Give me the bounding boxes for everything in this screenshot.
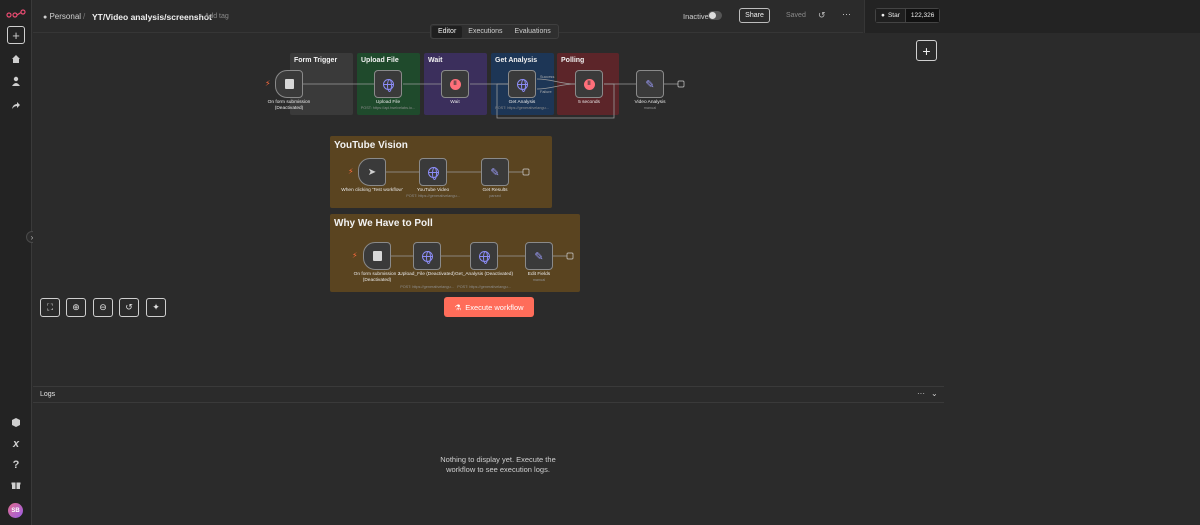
trigger-bolt-icon: ⚡ bbox=[348, 167, 354, 176]
node-video-analysis[interactable]: ✎ bbox=[636, 70, 664, 98]
fit-view-icon[interactable]: ⛶ bbox=[40, 298, 60, 317]
node-label: On form submission (Deactivated) bbox=[267, 100, 311, 111]
node-get-results[interactable]: ✎ bbox=[481, 158, 509, 186]
tidy-up-icon[interactable]: ✦ bbox=[146, 298, 166, 317]
execute-workflow-label: Execute workflow bbox=[465, 302, 524, 312]
logs-title: Logs bbox=[40, 391, 56, 398]
node-subtitle: parsed bbox=[489, 194, 501, 198]
reset-zoom-icon[interactable]: ↺ bbox=[119, 298, 139, 317]
form-icon bbox=[372, 251, 382, 261]
trigger-bolt-icon: ⚡ bbox=[352, 251, 358, 260]
node-get-analysis-deactivated[interactable] bbox=[470, 242, 498, 270]
chevron-down-icon[interactable]: ⌄ bbox=[931, 389, 938, 398]
node-get-analysis[interactable] bbox=[508, 70, 536, 98]
node-label: Wait bbox=[450, 100, 460, 105]
add-next-node-handle[interactable] bbox=[522, 168, 530, 176]
node-wait-5-seconds[interactable]: II bbox=[575, 70, 603, 98]
node-upload-file[interactable] bbox=[374, 70, 402, 98]
zoom-in-icon[interactable]: ⊕ bbox=[66, 298, 86, 317]
logs-empty-message: Nothing to display yet. Execute the work… bbox=[440, 455, 556, 474]
node-on-form-submission-2[interactable] bbox=[363, 242, 391, 270]
globe-icon bbox=[516, 78, 528, 92]
node-subtitle: POST: https://generativelangu... bbox=[495, 106, 549, 110]
branch-label-failure: Failure bbox=[540, 90, 552, 94]
logs-panel-header[interactable]: Logs ··· ⌄ bbox=[33, 386, 944, 403]
cursor-icon: ➤ bbox=[367, 166, 377, 178]
node-upload-file-deactivated[interactable] bbox=[413, 242, 441, 270]
pause-icon: II bbox=[449, 78, 461, 90]
node-on-form-submission[interactable] bbox=[275, 70, 303, 98]
globe-icon bbox=[421, 250, 433, 264]
node-youtube-video[interactable] bbox=[419, 158, 447, 186]
add-next-node-handle[interactable] bbox=[566, 252, 574, 260]
trigger-bolt-icon: ⚡ bbox=[265, 79, 271, 88]
branch-label-success: Success bbox=[540, 75, 554, 79]
globe-icon bbox=[382, 78, 394, 92]
node-subtitle: POST: https://api.twelvelabs.io... bbox=[360, 106, 416, 110]
form-icon bbox=[284, 79, 294, 89]
node-wait[interactable]: II bbox=[441, 70, 469, 98]
node-edit-fields[interactable]: ✎ bbox=[525, 242, 553, 270]
execute-workflow-button[interactable]: ⚗ Execute workflow bbox=[444, 297, 534, 317]
logs-panel-body: Nothing to display yet. Execute the work… bbox=[33, 403, 944, 525]
add-next-node-handle[interactable] bbox=[677, 80, 685, 88]
flask-icon: ⚗ bbox=[454, 302, 462, 312]
pencil-icon: ✎ bbox=[534, 250, 544, 263]
node-subtitle: manual bbox=[532, 278, 546, 282]
node-subtitle: POST: https://generativelangu... bbox=[457, 285, 511, 289]
pencil-icon: ✎ bbox=[645, 78, 655, 91]
globe-icon bbox=[478, 250, 490, 264]
pause-icon: II bbox=[583, 78, 595, 90]
node-when-clicking-test[interactable]: ➤ bbox=[358, 158, 386, 186]
more-options-icon[interactable]: ··· bbox=[917, 389, 925, 398]
pencil-icon: ✎ bbox=[490, 166, 500, 179]
zoom-out-icon[interactable]: ⊖ bbox=[93, 298, 113, 317]
node-subtitle: manual bbox=[643, 106, 657, 110]
globe-icon bbox=[427, 166, 439, 180]
